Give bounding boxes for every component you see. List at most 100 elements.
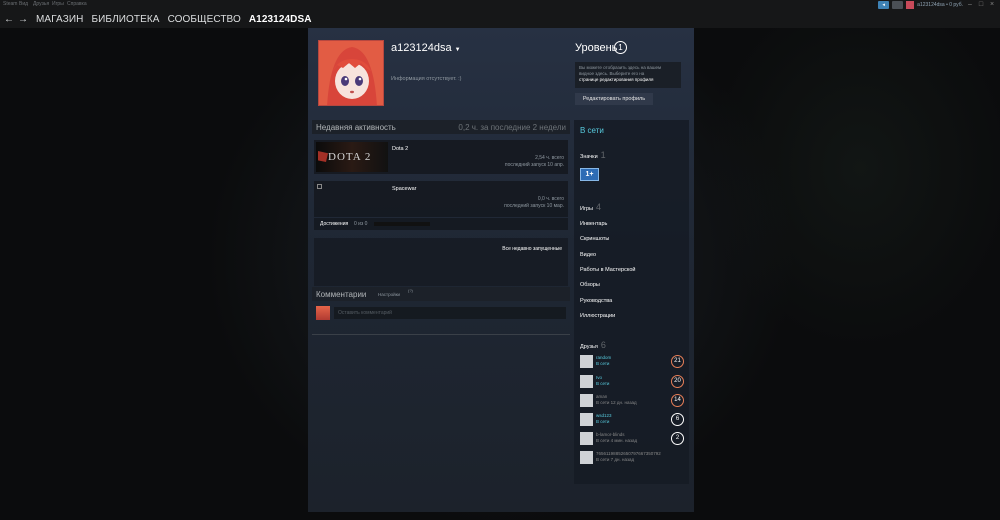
game-title[interactable]: Spacewar [392,186,416,192]
bell-icon[interactable] [892,1,904,9]
dota2-capsule[interactable]: DOTA 2 [316,142,388,172]
badge-icon[interactable]: 1+ [580,168,599,181]
dota-logo-icon [318,151,328,162]
friend-row[interactable]: 76561198852650797667350792 В сети 7 дн. н… [580,450,684,466]
games-count: 4 [595,202,601,212]
link-videos[interactable]: Видео [580,252,596,258]
maximize-icon[interactable]: □ [977,1,985,9]
account-avatar[interactable] [906,1,915,9]
achievements-label: Достижения [320,221,349,227]
achievements-row: Достижения 0 из 0 [314,218,568,230]
friends-label[interactable]: Друзья [580,344,598,350]
account-menu[interactable]: a123124dsa • 0 pуб. [917,2,963,8]
friend-name[interactable]: aman [596,394,607,399]
menu-games[interactable]: Игры [52,1,64,7]
friend-name[interactable]: Ivo [596,375,602,380]
comments-title: Комментарии [316,290,367,299]
friend-status: В сети [596,419,610,424]
link-artwork[interactable]: Иллюстрации [580,313,615,319]
friend-status: В сети 12 дн. назад [596,400,637,405]
game-row-dota2[interactable]: DOTA 2 Dota 2 2,54 ч. всего последний за… [314,140,568,174]
comment-input[interactable]: Оставить комментарий [334,307,566,319]
nav-username[interactable]: A123124DSA [249,14,312,25]
friend-status: В сети 7 дн. назад [596,457,635,462]
friend-status: В сети [596,361,610,366]
commenter-avatar [316,306,330,320]
back-arrow-icon[interactable]: ← [4,14,14,25]
friend-avatar[interactable] [580,394,593,407]
link-screenshots[interactable]: Скриншоты [580,236,609,242]
friend-avatar[interactable] [580,432,593,445]
activity-footer: Все недавно запущенные [314,238,568,286]
menu-friends[interactable]: Друзья [33,1,49,7]
friend-name[interactable]: 76561198852650797667350792 [596,451,661,456]
profile-summary: Информация отсутствует. :) [391,76,462,82]
friend-level-badge: 6 [671,413,684,426]
friend-status: В сети 4 мин. назад [596,438,638,443]
nav-library[interactable]: БИБЛИОТЕКА [91,14,159,25]
game-last-played: последний запуск 10 апр. [504,162,564,168]
badges-section-label[interactable]: Значки 1 [580,150,606,160]
comments-header: Комментарии Настройки (?) [312,287,570,301]
games-section-label[interactable]: Игры 4 [580,202,601,212]
divider [312,334,570,335]
game-hours: 0,0 ч. всего [537,196,564,202]
friend-row[interactable]: wsd123 В сети 6 [580,412,684,428]
nav-bar: ← → МАГАЗИН БИБЛИОТЕКА СООБЩЕСТВО A12312… [0,10,1000,28]
badges-label[interactable]: Значки [580,154,598,160]
friends-section-label[interactable]: Друзья 6 [580,340,606,350]
link-guides[interactable]: Руководства [580,298,612,304]
nav-community[interactable]: СООБЩЕСТВО [168,14,241,25]
link-workshop[interactable]: Работы в Мастерской [580,267,635,273]
friend-row[interactable]: aman В сети 12 дн. назад 14 [580,393,684,409]
achievements-progress-bar [374,222,430,226]
games-label[interactable]: Игры [580,206,593,212]
friend-avatar[interactable] [580,355,593,368]
link-reviews[interactable]: Обзоры [580,282,600,288]
top-menu: Steam Вид Друзья Игры Справка ◂ a123124d… [0,0,1000,10]
profile-sidebar: В сети Значки 1 1+ Игры 4 Инвентарь Скринш… [574,120,689,484]
game-hours: 2,54 ч. всего [535,155,564,161]
close-icon[interactable]: × [988,1,996,9]
level-label: Уровень [575,42,618,54]
friend-row[interactable]: Ivo В сети 20 [580,374,684,390]
link-inventory[interactable]: Инвентарь [580,221,607,227]
friend-avatar[interactable] [580,413,593,426]
help-icon[interactable]: (?) [408,288,413,293]
friend-name[interactable]: wsd123 [596,413,612,418]
level-badge: 1 [614,41,627,54]
menu-view[interactable]: Вид [19,1,28,7]
friend-level-badge: 20 [671,375,684,388]
friends-count: 6 [600,340,606,350]
friend-row[interactable]: b-lamor-blinds В сети 4 мин. назад 2 [580,431,684,447]
menu-help[interactable]: Справка [67,1,87,7]
game-last-played: последний запуск 10 мар. [504,203,564,209]
profile-avatar [318,40,384,106]
megaphone-icon[interactable]: ◂ [878,1,890,9]
nav-store[interactable]: МАГАЗИН [36,14,83,25]
chevron-down-icon[interactable]: ▼ [455,47,461,53]
friend-avatar[interactable] [580,451,593,464]
level-info-line[interactable]: странице редактирования профиля [579,77,677,83]
game-title[interactable]: Dota 2 [392,146,408,152]
persona-name[interactable]: a123124dsa ▼ [391,42,461,54]
all-recent-games-link[interactable]: Все недавно запущенные [502,246,562,252]
game-row-spacewar[interactable]: Spacewar 0,0 ч. всего последний запуск 1… [314,181,568,217]
friend-row[interactable]: random В сети 21 [580,354,684,370]
badges-count: 1 [600,150,606,160]
minimize-icon[interactable]: – [966,1,974,9]
edit-profile-button[interactable]: Редактировать профиль [575,93,653,105]
menu-steam[interactable]: Steam [3,1,17,7]
forward-arrow-icon[interactable]: → [18,14,28,25]
comment-entry: Оставить комментарий [314,305,568,321]
friend-name[interactable]: random [596,355,611,360]
level-info-box: Вы можете отобразить здесь на вашем видн… [575,62,681,88]
friend-level-badge: 2 [671,432,684,445]
friend-avatar[interactable] [580,375,593,388]
friend-name[interactable]: b-lamor-blinds [596,432,625,437]
online-status: В сети [580,126,604,135]
dota2-capsule-label: DOTA 2 [328,151,372,163]
comment-privacy-link[interactable]: Настройки [378,292,400,297]
recent-hours: 0,2 ч. за последние 2 недели [458,123,566,132]
recent-activity-title: Недавняя активность [316,123,396,132]
